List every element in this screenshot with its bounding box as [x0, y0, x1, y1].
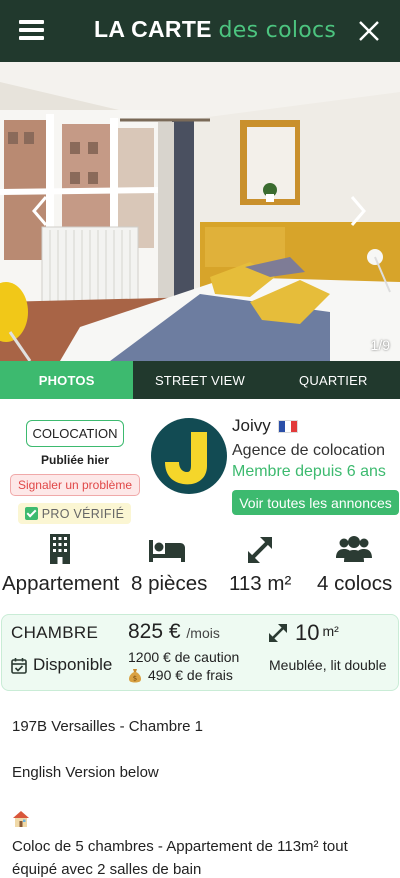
hamburger-menu-icon[interactable]	[19, 20, 44, 41]
room-furnishing: Meublée, lit double	[269, 657, 387, 673]
site-logo[interactable]: LA CARTE des colocs	[94, 16, 336, 43]
room-title: CHAMBRE	[11, 623, 99, 642]
calendar-check-icon	[11, 657, 27, 674]
house-emoji-icon	[13, 811, 29, 827]
tab-photos[interactable]: PHOTOS	[0, 361, 134, 399]
room-price: 825 € /mois	[128, 620, 220, 644]
description-line: Coloc de 5 chambres - Appartement de 113…	[12, 838, 348, 878]
room-availability: Disponible	[11, 655, 112, 675]
photo-counter: 1/9	[370, 337, 390, 353]
pro-verified-badge: PRO VÉRIFIÉ	[18, 503, 131, 524]
photo-gallery[interactable]: 1/9	[0, 62, 400, 361]
room-fees: $ 490 € de frais	[128, 667, 233, 683]
availability-text: Disponible	[33, 655, 113, 674]
report-problem-button[interactable]: Signaler un problème	[10, 474, 140, 496]
agency-name[interactable]: Joivy	[232, 416, 298, 436]
description-line: 197B Versailles - Chambre 1	[12, 718, 203, 735]
feature-rooms: 8 pièces	[131, 572, 208, 595]
price-value: 825 €	[128, 620, 181, 643]
brand-main-text: LA CARTE	[94, 16, 212, 42]
tab-quartier[interactable]: QUARTIER	[267, 361, 400, 399]
bed-icon	[149, 540, 185, 562]
french-flag-icon	[277, 419, 298, 433]
top-bar: LA CARTE des colocs	[0, 0, 400, 62]
media-tabs: PHOTOS STREET VIEW QUARTIER	[0, 361, 400, 399]
area-expand-icon	[269, 624, 287, 642]
room-photo	[0, 62, 400, 361]
agency-name-text: Joivy	[232, 416, 271, 435]
member-since: Membre depuis 6 ans	[232, 463, 386, 480]
fees-text: 490 € de frais	[148, 667, 233, 683]
room-card[interactable]: CHAMBRE Disponible 825 € /mois 1200 € de…	[1, 614, 399, 691]
feature-property-type: Appartement	[2, 572, 120, 595]
pro-verified-label: PRO VÉRIFIÉ	[41, 506, 125, 521]
agency-logo[interactable]	[151, 418, 227, 494]
room-area: 10 m²	[268, 620, 339, 646]
joivy-logo-icon	[165, 432, 207, 485]
agency-type: Agence de colocation	[232, 442, 385, 459]
area-expand-icon	[248, 537, 272, 563]
listing-description: 197B Versailles - Chambre 1 English Vers…	[12, 715, 392, 878]
published-date: Publiée hier	[40, 453, 110, 467]
close-icon[interactable]	[358, 20, 380, 42]
area-value: 10	[295, 620, 320, 645]
users-icon	[336, 536, 372, 562]
price-unit: /mois	[186, 625, 220, 641]
next-photo-arrow-icon[interactable]	[346, 194, 370, 228]
svg-text:$: $	[133, 674, 137, 682]
feature-surface: 113 m²	[229, 572, 292, 595]
area-unit: m²	[322, 623, 339, 639]
previous-photo-arrow-icon[interactable]	[28, 194, 52, 228]
description-line: English Version below	[12, 764, 159, 781]
money-bag-icon: $	[129, 668, 141, 682]
building-icon	[50, 534, 70, 564]
view-all-ads-button[interactable]: Voir toutes les annonces	[232, 490, 399, 515]
listing-type-badge: COLOCATION	[26, 420, 124, 447]
brand-accent-text: des colocs	[218, 18, 337, 43]
check-icon	[24, 507, 38, 520]
tab-street-view[interactable]: STREET VIEW	[133, 361, 266, 399]
feature-roommates: 4 colocs	[317, 572, 393, 595]
room-deposit: 1200 € de caution	[128, 649, 240, 665]
